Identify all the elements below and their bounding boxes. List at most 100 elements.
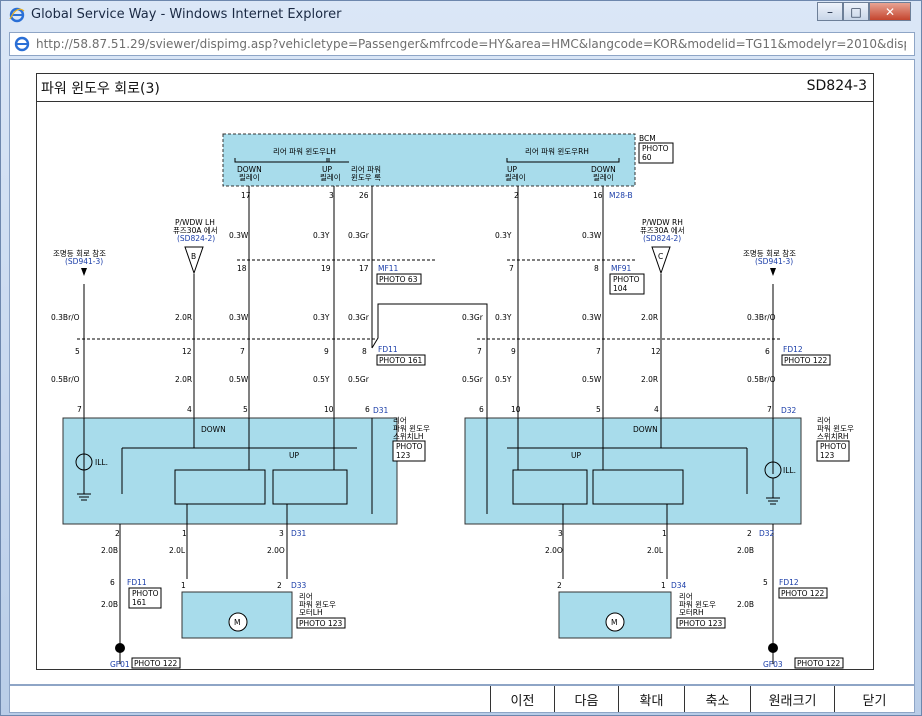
pin-3: 3 (329, 191, 334, 200)
d32-bottom: D32 (759, 529, 775, 538)
d34: D34 (671, 581, 687, 590)
zoom-out-button[interactable]: 축소 (684, 686, 750, 712)
wiring-diagram: BCM PHOTO 60 리어 파워 윈도우LH 리어 파워 윈도우RH DOW… (51, 133, 854, 669)
relay-rh-label: 리어 파워 윈도우RH (525, 146, 589, 156)
wire-rh-20b: 2.0B (737, 546, 754, 555)
wire-lh-20l: 2.0L (169, 546, 186, 555)
wire-rh-20r: 2.0R (641, 313, 658, 322)
svg-text:6: 6 (765, 347, 770, 356)
m28b-label: M28-B (609, 191, 633, 200)
original-size-button[interactable]: 원래크기 (750, 686, 834, 712)
close-button[interactable]: 닫기 (834, 686, 914, 712)
motor-lh-photo: PHOTO 123 (299, 619, 342, 628)
conn-c: C (658, 252, 663, 261)
up-relay-rh-2: 릴레이 (505, 172, 526, 182)
wire-lh-20o: 2.0O (267, 546, 285, 555)
window-title: Global Service Way - Windows Internet Ex… (31, 7, 342, 22)
svg-text:PHOTO: PHOTO (132, 589, 159, 598)
svg-text:7: 7 (767, 405, 772, 414)
down-lh: DOWN (201, 425, 226, 434)
wire-lh-05y: 0.5Y (313, 375, 330, 384)
wire-lh-03y: 0.3Y (313, 231, 330, 240)
up-relay-lh-2: 릴레이 (320, 172, 341, 182)
svg-text:17: 17 (359, 264, 369, 273)
fd11-label: FD11 (378, 345, 398, 354)
svg-text:2: 2 (747, 529, 752, 538)
gf01: GF01 (110, 660, 130, 669)
svg-text:123: 123 (396, 451, 411, 460)
svg-text:4: 4 (187, 405, 192, 414)
minimize-button[interactable]: – (817, 2, 843, 21)
wire-rh-20l: 2.0L (647, 546, 664, 555)
wire-rh-20o: 2.0O (545, 546, 563, 555)
maximize-button[interactable]: □ (843, 2, 869, 21)
relay-lh-label: 리어 파워 윈도우LH (273, 146, 336, 156)
svg-text:1: 1 (182, 529, 187, 538)
gf01-photo: PHOTO 122 (134, 659, 177, 668)
address-bar[interactable]: http://58.87.51.29/sviewer/dispimg.asp?v… (9, 32, 915, 56)
switch-lh-3: 스위치LH (393, 432, 424, 441)
wire-lh-03y-b: 0.3Y (313, 313, 330, 322)
svg-text:5: 5 (243, 405, 248, 414)
svg-text:7: 7 (77, 405, 82, 414)
motor-lh-m: M (234, 618, 240, 627)
mf11-photo: PHOTO 63 (379, 275, 418, 284)
svg-text:5: 5 (763, 578, 768, 587)
ie-page-icon (14, 36, 30, 52)
down-relay-lh-2: 릴레이 (239, 172, 260, 182)
d33: D33 (291, 581, 307, 590)
mf91-label: MF91 (611, 264, 632, 273)
browser-window: Global Service Way - Windows Internet Ex… (0, 0, 922, 716)
svg-text:18: 18 (237, 264, 247, 273)
prev-button[interactable]: 이전 (490, 686, 554, 712)
motor-lh-3: 모터LH (299, 608, 323, 617)
up-lh: UP (289, 451, 299, 460)
svg-text:12: 12 (651, 347, 661, 356)
wire-rh-03w: 0.3W (582, 231, 602, 240)
next-button[interactable]: 다음 (554, 686, 618, 712)
title-bar: Global Service Way - Windows Internet Ex… (1, 1, 921, 29)
svg-text:12: 12 (182, 347, 192, 356)
motor-rh-photo: PHOTO 123 (679, 619, 722, 628)
wire-lh-03br: 0.3Br/O (51, 313, 80, 322)
wire-lh-20b: 2.0B (101, 546, 118, 555)
wire-rh-05gr: 0.5Gr (462, 375, 484, 384)
svg-text:7: 7 (596, 347, 601, 356)
page-content: 파워 윈도우 회로(3) SD824-3 BCM PHOTO 60 리어 파워 … (9, 59, 915, 685)
svg-text:5: 5 (75, 347, 80, 356)
wire-lh-20r-b: 2.0R (175, 375, 192, 384)
wire-lh-20b-b: 2.0B (101, 600, 118, 609)
diagram-frame: 파워 윈도우 회로(3) SD824-3 BCM PHOTO 60 리어 파워 … (36, 73, 874, 670)
svg-text:7: 7 (240, 347, 245, 356)
wire-03gr-c: 0.3Gr (462, 313, 484, 322)
wire-rh-20r-b: 2.0R (641, 375, 658, 384)
svg-text:4: 4 (654, 405, 659, 414)
svg-text:6: 6 (110, 578, 115, 587)
url-text[interactable]: http://58.87.51.29/sviewer/dispimg.asp?v… (36, 37, 906, 51)
wire-03gr-a: 0.3Gr (348, 231, 370, 240)
d31-top: D31 (373, 406, 389, 415)
lamp-ref-rh-2: (SD941-3) (755, 257, 793, 266)
svg-text:104: 104 (613, 284, 628, 293)
svg-text:1: 1 (661, 581, 666, 590)
svg-text:19: 19 (321, 264, 331, 273)
wire-rh-03y: 0.3Y (495, 231, 512, 240)
ill-lh: ILL. (95, 458, 108, 467)
svg-text:161: 161 (132, 598, 147, 607)
svg-text:6: 6 (365, 405, 370, 414)
mf11-label: MF11 (378, 264, 399, 273)
wire-lh-05br: 0.5Br/O (51, 375, 80, 384)
pin-26: 26 (359, 191, 369, 200)
svg-text:7: 7 (477, 347, 482, 356)
fd12-label: FD12 (783, 345, 803, 354)
close-window-button[interactable]: ✕ (869, 2, 911, 21)
gf03: GF03 (763, 660, 783, 669)
motor-rh-3: 모터RH (679, 608, 704, 617)
zoom-in-button[interactable]: 확대 (618, 686, 684, 712)
wire-rh-03w-b: 0.3W (582, 313, 602, 322)
svg-text:PHOTO: PHOTO (396, 442, 423, 451)
bcm-photo-l1: PHOTO (642, 144, 669, 153)
fd12-lower: FD12 (779, 578, 799, 587)
bcm-label: BCM (639, 134, 656, 143)
bcm-photo-l2: 60 (642, 153, 652, 162)
